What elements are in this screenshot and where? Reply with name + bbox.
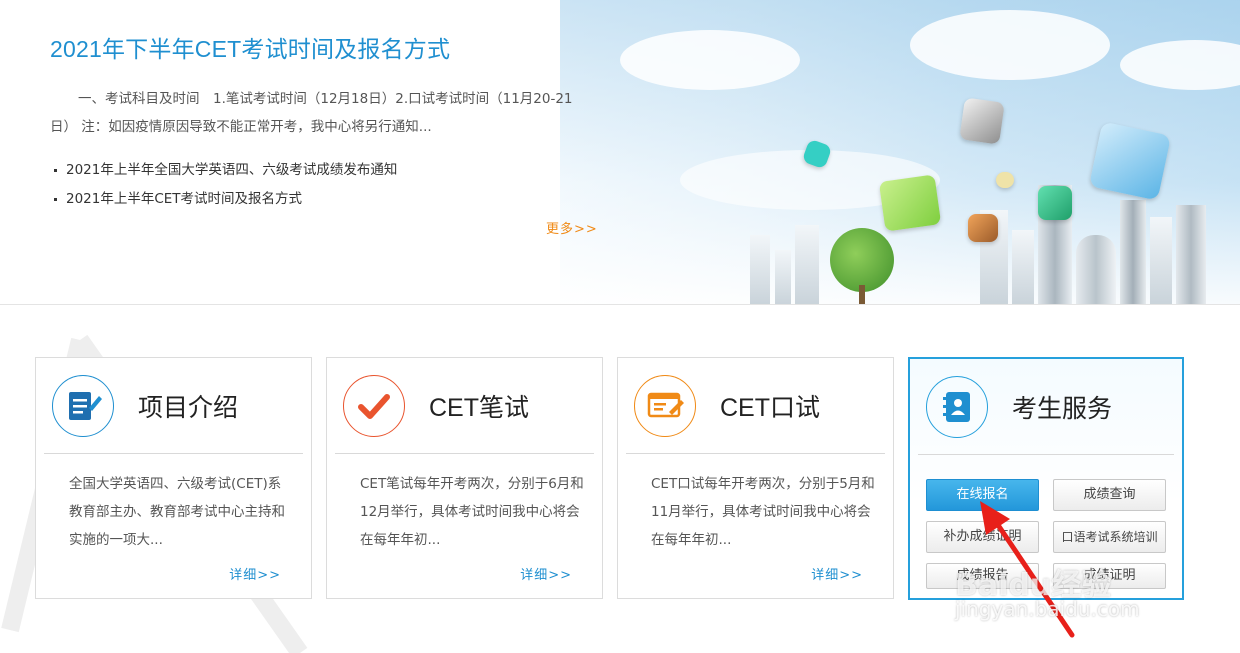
card-project-intro: 项目介绍 全国大学英语四、六级考试(CET)系教育部主办、教育部考试中心主持和实… (35, 357, 312, 599)
building (1150, 217, 1172, 304)
music-cube-icon (1088, 121, 1172, 201)
news-list-item[interactable]: 2021年上半年全国大学英语四、六级考试成绩发布通知 (50, 157, 397, 186)
building (750, 235, 770, 304)
cube-icon (1038, 186, 1072, 220)
card-title[interactable]: CET笔试 (429, 388, 529, 424)
building (1120, 200, 1146, 304)
screen-edit-icon (634, 375, 696, 437)
cloud (620, 30, 800, 90)
news-list: 2021年上半年全国大学英语四、六级考试成绩发布通知 2021年上半年CET考试… (50, 157, 397, 215)
cube-icon (959, 97, 1005, 145)
building (1012, 230, 1034, 304)
tree-trunk (859, 285, 865, 304)
card-description: 全国大学英语四、六级考试(CET)系教育部主办、教育部考试中心主持和实施的一项大… (69, 476, 285, 548)
document-edit-icon (52, 375, 114, 437)
card-header: 考生服务 (918, 359, 1174, 455)
bullet-icon (54, 198, 57, 201)
cube-icon (968, 214, 998, 242)
card-title[interactable]: 考生服务 (1012, 389, 1112, 425)
card-title[interactable]: 项目介绍 (138, 388, 238, 424)
address-book-icon (926, 376, 988, 438)
card-title[interactable]: CET口试 (720, 388, 820, 424)
cube-icon (996, 172, 1014, 188)
check-icon (343, 375, 405, 437)
card-description: CET笔试每年开考两次，分别于6月和12月举行，具体考试时间我中心将会在每年年初… (360, 476, 584, 548)
news-hero: 2021年下半年CET考试时间及报名方式 一、考试科目及时间 1.笔试考试时间（… (0, 0, 1240, 305)
cloud (1120, 40, 1240, 90)
cube-icon (878, 174, 942, 232)
building (795, 225, 819, 304)
bullet-icon (54, 169, 57, 172)
detail-link[interactable]: 详细>> (520, 564, 572, 583)
baidu-watermark-url: jingyan.baidu.com (955, 597, 1140, 621)
building (775, 250, 791, 304)
news-link[interactable]: 2021年上半年CET考试时间及报名方式 (66, 191, 302, 207)
tree-icon (830, 228, 894, 292)
card-header: CET口试 (626, 358, 885, 454)
cloud (910, 10, 1110, 80)
hero-illustration (580, 0, 1240, 304)
detail-link[interactable]: 详细>> (811, 564, 863, 583)
card-header: 项目介绍 (44, 358, 303, 454)
card-cet-oral: CET口试 CET口试每年开考两次，分别于5月和11月举行，具体考试时间我中心将… (617, 357, 894, 599)
card-description: CET口试每年开考两次，分别于5月和11月举行，具体考试时间我中心将会在每年年初… (651, 476, 875, 548)
card-cet-written: CET笔试 CET笔试每年开考两次，分别于6月和12月举行，具体考试时间我中心将… (326, 357, 603, 599)
building (1076, 235, 1116, 304)
news-summary: 一、考试科目及时间 1.笔试考试时间（12月18日）2.口试考试时间（11月20… (50, 91, 573, 135)
news-list-item[interactable]: 2021年上半年CET考试时间及报名方式 (50, 186, 397, 215)
more-link[interactable]: 更多>> (546, 218, 598, 237)
news-link[interactable]: 2021年上半年全国大学英语四、六级考试成绩发布通知 (66, 162, 397, 178)
building (1176, 205, 1206, 304)
card-header: CET笔试 (335, 358, 594, 454)
detail-link[interactable]: 详细>> (229, 564, 281, 583)
news-title[interactable]: 2021年下半年CET考试时间及报名方式 (50, 30, 450, 64)
